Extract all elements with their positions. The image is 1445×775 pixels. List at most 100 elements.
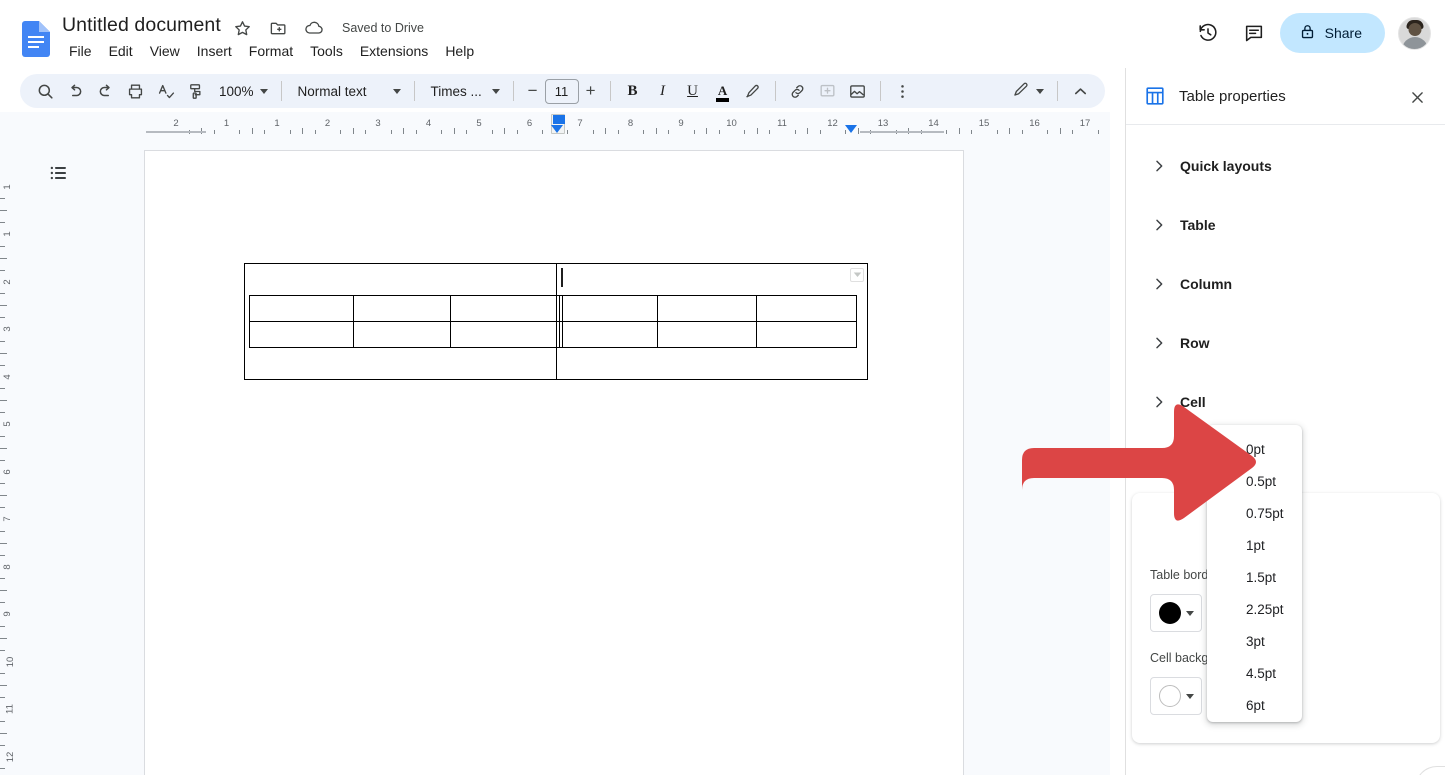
ruler-tick-label: 15 xyxy=(978,118,990,129)
document-outline-icon[interactable] xyxy=(42,156,76,190)
table-cell[interactable] xyxy=(657,295,757,322)
search-icon[interactable] xyxy=(30,77,60,105)
ruler-minor-tick xyxy=(0,495,7,497)
menu-item-insert[interactable]: Insert xyxy=(190,41,239,62)
nested-table-left[interactable] xyxy=(249,295,563,348)
menu-item-file[interactable]: File xyxy=(62,41,99,62)
table-cell[interactable] xyxy=(249,295,354,322)
chevron-down-icon xyxy=(491,88,500,94)
table-cell[interactable] xyxy=(755,295,858,322)
share-button[interactable]: Share xyxy=(1279,13,1385,53)
share-label: Share xyxy=(1324,25,1362,41)
section-cell[interactable]: Cell xyxy=(1126,372,1445,431)
spellcheck-icon[interactable] xyxy=(150,77,180,105)
insert-image-icon[interactable] xyxy=(843,77,873,105)
cloud-saved-icon[interactable] xyxy=(304,18,324,38)
menu-option-3pt[interactable]: 3pt xyxy=(1207,625,1302,657)
table-border-color-button[interactable] xyxy=(1150,594,1202,632)
first-line-indent-marker[interactable] xyxy=(551,125,563,133)
table-cell[interactable] xyxy=(352,321,452,348)
menu-option-2-25pt[interactable]: 2.25pt xyxy=(1207,593,1302,625)
horizontal-ruler[interactable]: 2 1 1 2 3 4 5 6 7 8 9 10 11 12 13 14 15 16 17 xyxy=(0,112,1110,134)
chevron-down-icon xyxy=(259,88,268,94)
outer-table-cell-left[interactable] xyxy=(245,264,563,379)
menu-option-4-5pt[interactable]: 4.5pt xyxy=(1207,657,1302,689)
table-cell[interactable] xyxy=(657,321,757,348)
right-indent-marker[interactable] xyxy=(845,125,857,133)
document-title[interactable]: Untitled document xyxy=(62,14,221,37)
comment-icon[interactable] xyxy=(1234,13,1274,53)
menu-item-view[interactable]: View xyxy=(143,41,187,62)
section-column[interactable]: Column xyxy=(1126,254,1445,313)
table-options-icon[interactable] xyxy=(850,268,864,282)
menu-item-edit[interactable]: Edit xyxy=(102,41,140,62)
chevron-up-icon[interactable] xyxy=(1065,77,1095,105)
section-quick-layouts[interactable]: Quick layouts xyxy=(1126,136,1445,195)
menu-option-0pt[interactable]: 0pt xyxy=(1207,433,1302,465)
decrease-font-size-button[interactable]: − xyxy=(521,78,545,104)
menu-option-1-5pt[interactable]: 1.5pt xyxy=(1207,561,1302,593)
highlight-pen-icon[interactable] xyxy=(738,77,768,105)
menu-option-1pt[interactable]: 1pt xyxy=(1207,529,1302,561)
menu-item-extensions[interactable]: Extensions xyxy=(353,41,435,62)
table-cell[interactable] xyxy=(755,321,858,348)
outer-table-cell-right[interactable] xyxy=(557,264,867,379)
table-cell[interactable] xyxy=(249,321,354,348)
nested-table-right[interactable] xyxy=(558,295,858,348)
table-cell[interactable] xyxy=(558,295,659,322)
increase-font-size-button[interactable]: + xyxy=(579,78,603,104)
insert-link-icon[interactable] xyxy=(783,77,813,105)
version-history-icon[interactable] xyxy=(1188,13,1228,53)
cell-background-color-button[interactable] xyxy=(1150,677,1202,715)
ruler-minor-tick xyxy=(0,388,5,390)
add-comment-icon[interactable] xyxy=(813,77,843,105)
menu-option-0-75pt[interactable]: 0.75pt xyxy=(1207,497,1302,529)
zoom-level-dropdown[interactable]: 100% xyxy=(210,77,274,105)
redo-icon[interactable] xyxy=(90,77,120,105)
table-row[interactable] xyxy=(249,321,563,348)
vertical-ruler[interactable]: 1 1 2 3 4 5 6 7 8 9 10 11 12 xyxy=(0,134,22,775)
menu-item-format[interactable]: Format xyxy=(242,41,300,62)
ruler-tick-label: 11 xyxy=(777,118,787,129)
paragraph-style-dropdown[interactable]: Normal text xyxy=(289,77,407,105)
collapse-panel-button[interactable] xyxy=(1415,766,1445,775)
ruler-tick-label: 11 xyxy=(4,704,16,714)
more-vertical-icon[interactable] xyxy=(888,77,918,105)
section-label: Quick layouts xyxy=(1180,157,1272,174)
undo-icon[interactable] xyxy=(60,77,90,105)
table-cell[interactable] xyxy=(352,295,452,322)
user-avatar[interactable] xyxy=(1398,16,1431,50)
table-row[interactable] xyxy=(249,295,563,322)
document-page[interactable] xyxy=(144,150,964,775)
underline-button[interactable]: U xyxy=(678,77,708,105)
star-outline-icon[interactable] xyxy=(232,18,252,38)
docs-logo-icon[interactable] xyxy=(22,21,50,57)
ruler-minor-tick xyxy=(0,340,5,342)
menu-item-help[interactable]: Help xyxy=(438,41,481,62)
border-width-menu[interactable]: 0pt 0.5pt 0.75pt 1pt 1.5pt 2.25pt 3pt 4.… xyxy=(1207,425,1302,722)
table-cell[interactable] xyxy=(450,295,563,322)
bold-button[interactable]: B xyxy=(618,77,648,105)
print-icon[interactable] xyxy=(120,77,150,105)
menu-option-0-5pt[interactable]: 0.5pt xyxy=(1207,465,1302,497)
section-row[interactable]: Row xyxy=(1126,313,1445,372)
move-to-folder-icon[interactable] xyxy=(268,18,288,38)
table-cell[interactable] xyxy=(558,321,659,348)
editing-mode-dropdown[interactable] xyxy=(1002,77,1050,105)
paint-format-icon[interactable] xyxy=(180,77,210,105)
ruler-tick-label: 7 xyxy=(2,516,14,522)
menu-option-6pt[interactable]: 6pt xyxy=(1207,689,1302,721)
font-size-input[interactable]: 11 xyxy=(544,78,579,104)
font-family-dropdown[interactable]: Times ... xyxy=(422,77,506,105)
ruler-tick-label: 6 xyxy=(526,118,533,129)
italic-button[interactable]: I xyxy=(648,77,678,105)
table-row[interactable] xyxy=(558,295,858,322)
document-table[interactable] xyxy=(244,263,868,380)
menu-item-tools[interactable]: Tools xyxy=(303,41,350,62)
close-icon[interactable] xyxy=(1404,84,1430,110)
section-table[interactable]: Table xyxy=(1126,195,1445,254)
text-color-button[interactable]: A xyxy=(708,77,738,105)
table-cell[interactable] xyxy=(450,321,563,348)
menu-bar: File Edit View Insert Format Tools Exten… xyxy=(62,41,481,62)
table-row[interactable] xyxy=(558,321,858,348)
